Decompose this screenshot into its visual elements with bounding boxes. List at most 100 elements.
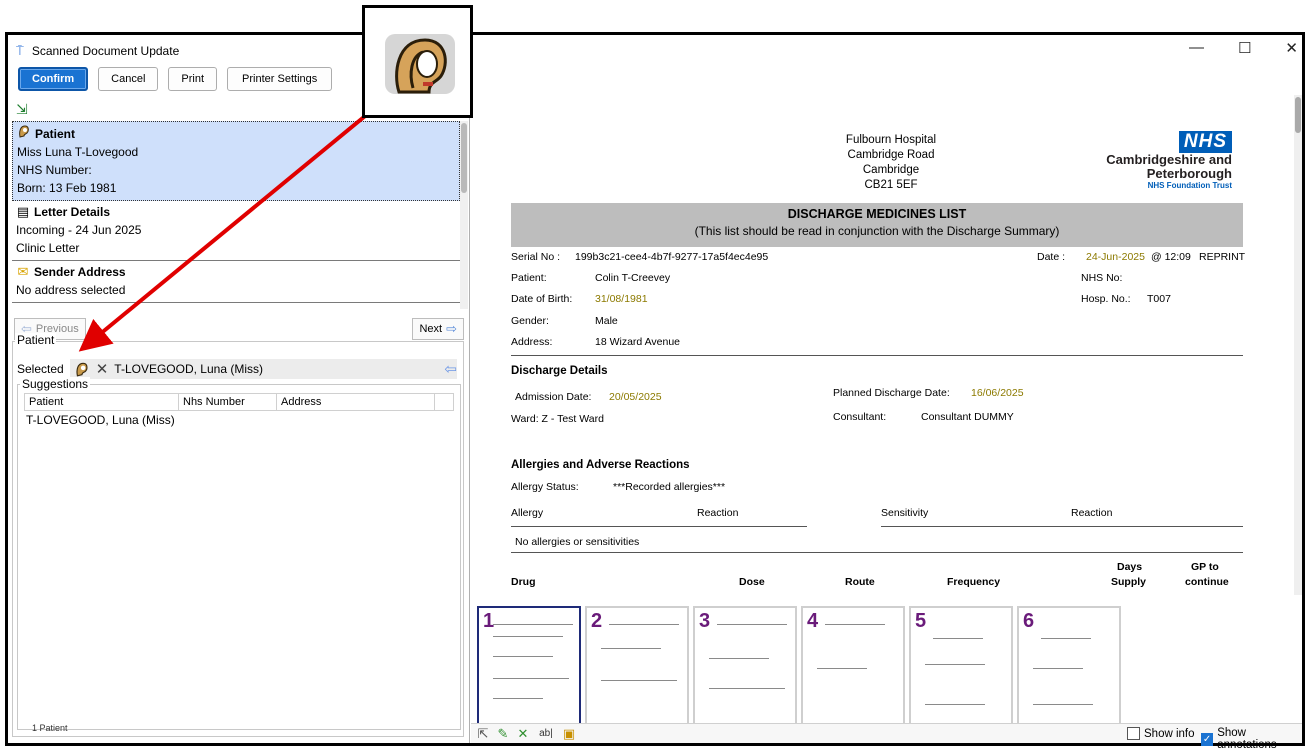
col-sensitivity: Sensitivity (881, 507, 929, 519)
back-arrow-icon[interactable]: ⇦ (444, 360, 457, 378)
address-value: 18 Wizard Avenue (595, 336, 681, 348)
discharge-banner: DISCHARGE MEDICINES LIST (This list shou… (511, 203, 1243, 247)
selected-patient-field[interactable]: ✕ T-LOVEGOOD, Luna (Miss) ⇦ (69, 359, 457, 379)
admission-label: Admission Date: (515, 391, 592, 403)
reprint-label: REPRINT (1199, 251, 1246, 263)
admission-value: 20/05/2025 (609, 391, 662, 403)
show-annotations-checkbox[interactable]: ✓ (1201, 732, 1214, 746)
arrow-right-icon: ⇨ (446, 321, 457, 336)
nhs-trust: NHS Foundation Trust (1147, 181, 1232, 190)
document-viewer[interactable]: Fulbourn Hospital Cambridge Road Cambrid… (471, 95, 1294, 595)
ward-value: Ward: Z - Test Ward (511, 413, 604, 425)
envelope-icon: ✉ (17, 264, 29, 279)
hospital-address: Fulbourn Hospital Cambridge Road Cambrid… (821, 133, 961, 193)
thumb-line (1041, 638, 1091, 639)
selected-label: Selected (17, 362, 64, 376)
document-scrollbar[interactable] (1294, 95, 1302, 595)
print-button[interactable]: Print (168, 67, 218, 91)
thumb-line (493, 636, 563, 637)
title-bar: ⍑ Scanned Document Update (16, 41, 179, 61)
page-thumbnail-6[interactable]: 6 (1017, 606, 1121, 732)
patient-group: Patient Selected ✕ T-LOVEGOOD, Luna (Mis… (12, 333, 464, 737)
stamp-icon[interactable]: ▣ (561, 726, 577, 742)
section-sender-heading: Sender Address (34, 265, 126, 279)
maximize-icon[interactable]: ☐ (1238, 39, 1251, 57)
address-label: Address: (511, 336, 553, 348)
hospital-line: Cambridge Road (847, 149, 935, 161)
thumb-line (493, 678, 569, 679)
serial-value: 199b3c21-cee4-4b7f-9277-17a5f4ec4e95 (575, 251, 769, 263)
show-info-toggle[interactable]: Show info (1127, 727, 1195, 740)
thumb-line (609, 624, 679, 625)
banner-subtitle: (This list should be read in conjunction… (694, 224, 1060, 238)
divider (511, 552, 1243, 553)
patient-avatar-zoom-icon (395, 38, 447, 94)
toolbar: Confirm Cancel Print Printer Settings (18, 67, 333, 91)
show-annotations-toggle[interactable]: ✓ Show annotations (1201, 727, 1302, 749)
gender-label: Gender: (511, 315, 549, 327)
close-icon[interactable]: ✕ (1285, 39, 1298, 57)
section-letter-details[interactable]: ▤ Letter Details Incoming - 24 Jun 2025 … (12, 201, 460, 261)
hospital-line: Cambridge (862, 164, 920, 176)
next-button[interactable]: Next ⇨ (412, 318, 464, 340)
hospital-line: CB21 5EF (864, 179, 918, 191)
delete-annotation-icon[interactable]: ✕ (515, 726, 531, 742)
page-number: 3 (699, 610, 711, 632)
col-route: Route (845, 576, 875, 588)
minimize-icon[interactable]: — (1189, 39, 1204, 57)
suggestion-row[interactable]: T-LOVEGOOD, Luna (Miss) (26, 413, 175, 427)
import-icon[interactable]: ⇲ (16, 101, 32, 117)
page-thumbnail-5[interactable]: 5 (909, 606, 1013, 732)
consultant-value: Consultant DUMMY (921, 411, 1014, 423)
confirm-button[interactable]: Confirm (18, 67, 89, 91)
navigation-bar: ⇦ Previous Next ⇨ (14, 318, 464, 342)
page-thumbnail-4[interactable]: 4 (801, 606, 905, 732)
document-scroll-thumb[interactable] (1295, 97, 1301, 133)
app-icon: ⍑ (16, 43, 24, 58)
col-days: Days (1117, 561, 1143, 573)
thumb-line (933, 638, 983, 639)
col-reaction: Reaction (697, 507, 739, 519)
section-patient-header: Patient (17, 124, 455, 143)
thumb-line (601, 680, 677, 681)
planned-label: Planned Discharge Date: (833, 387, 950, 399)
page-thumbnail-3[interactable]: 3 (693, 606, 797, 732)
section-patient[interactable]: Patient Miss Luna T-Lovegood NHS Number:… (12, 121, 460, 201)
pointer-icon[interactable]: ⇱ (475, 726, 491, 742)
column-nhs-number[interactable]: Nhs Number (179, 394, 277, 410)
thumb-line (709, 658, 769, 659)
column-address[interactable]: Address (277, 394, 435, 410)
details-scroll-thumb[interactable] (461, 123, 467, 193)
clear-icon[interactable]: ✕ (96, 360, 109, 378)
thumb-line (493, 656, 553, 657)
section-letter-heading: Letter Details (34, 205, 111, 219)
letter-line-2: Clinic Letter (16, 241, 80, 255)
show-info-checkbox[interactable] (1127, 727, 1140, 740)
section-sender-address[interactable]: ✉ Sender Address No address selected (12, 261, 460, 303)
patient-nhs-number: NHS Number: (17, 163, 92, 177)
text-annotation-icon[interactable]: ab| (535, 726, 557, 742)
allergy-heading: Allergies and Adverse Reactions (511, 459, 690, 471)
selected-patient-value: T-LOVEGOOD, Luna (Miss) (114, 362, 263, 376)
sender-line-1: No address selected (16, 283, 126, 297)
thumb-line (493, 624, 573, 625)
pen-icon[interactable]: ✎ (495, 726, 511, 742)
cancel-button[interactable]: Cancel (98, 67, 159, 91)
page-thumbnail-1[interactable]: 1 (477, 606, 581, 732)
suggestions-group: Suggestions Patient Nhs Number Address T… (17, 377, 461, 730)
patient-avatar-icon[interactable] (74, 361, 90, 377)
thumb-line (493, 698, 543, 699)
suggestions-table-header: Patient Nhs Number Address (24, 393, 454, 411)
thumb-line (925, 664, 985, 665)
col-drug: Drug (511, 576, 536, 588)
zoom-callout (362, 5, 473, 118)
printer-settings-button[interactable]: Printer Settings (227, 67, 333, 91)
column-patient[interactable]: Patient (25, 394, 179, 410)
thumb-line (601, 648, 661, 649)
col-gp-to: GP to (1191, 561, 1219, 573)
next-label: Next (419, 323, 443, 335)
details-scrollbar[interactable] (460, 121, 468, 309)
page-thumbnail-2[interactable]: 2 (585, 606, 689, 732)
patient-label: Patient: (511, 272, 547, 284)
col-continue: continue (1185, 576, 1229, 588)
